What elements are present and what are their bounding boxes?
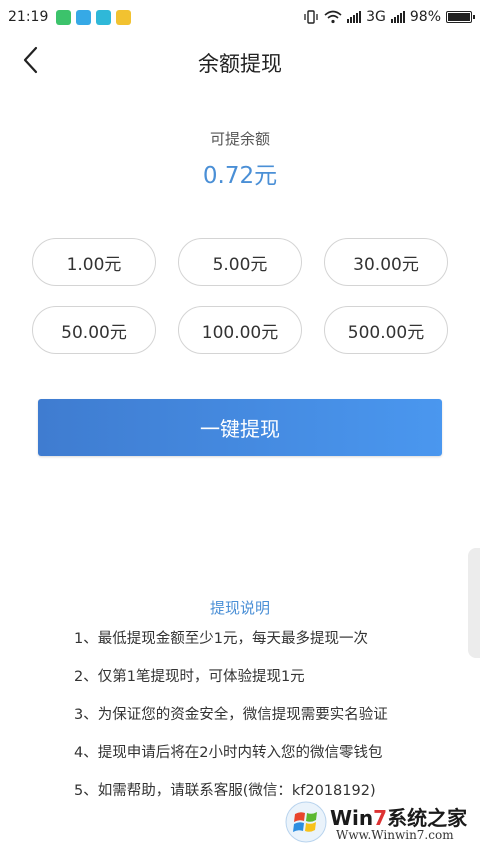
watermark: Win7系统之家 Www.Winwin7.com xyxy=(280,796,476,850)
network-type: 3G xyxy=(366,9,386,25)
status-bar-left: 21:19 xyxy=(8,9,132,25)
watermark-brand-prefix: Win xyxy=(330,806,374,830)
status-bar-right: 3G 98% xyxy=(303,9,475,25)
withdraw-button[interactable]: 一键提现 xyxy=(38,399,442,456)
vibrate-icon xyxy=(304,10,318,24)
app-notification-icon xyxy=(56,9,72,25)
withdraw-page: 21:19 3G 98% 余额提现 可提余额 0.72元 1.00元 5.00元… xyxy=(0,0,480,853)
header: 余额提现 xyxy=(0,36,480,86)
amount-option-50[interactable]: 50.00元 xyxy=(32,306,156,354)
watermark-brand-suffix: 系统之家 xyxy=(387,806,468,830)
windows-logo-icon xyxy=(285,801,327,843)
message-notification-icon xyxy=(76,9,92,25)
note-item: 1、最低提现金额至少1元，每天最多提现一次 xyxy=(74,631,368,647)
notes-list: 1、最低提现金额至少1元，每天最多提现一次 2、仅第1笔提现时，可体验提现1元 … xyxy=(74,628,474,818)
status-bar: 21:19 3G 98% xyxy=(0,0,480,34)
signal-2-icon xyxy=(390,11,405,23)
amount-option-100[interactable]: 100.00元 xyxy=(178,306,302,354)
notes-title: 提现说明 xyxy=(209,599,270,617)
watermark-brand: Win7系统之家 xyxy=(330,802,467,831)
signal-icon xyxy=(347,11,362,23)
wifi-icon xyxy=(324,10,342,24)
amount-option-1[interactable]: 1.00元 xyxy=(32,238,156,286)
battery-icon xyxy=(446,11,475,23)
note-item: 4、提现申请后将在2小时内转入您的微信零钱包 xyxy=(74,745,383,761)
scan-notification-icon xyxy=(96,9,112,25)
status-time: 21:19 xyxy=(8,9,49,25)
battery-percent: 98% xyxy=(409,9,441,25)
note-item: 3、为保证您的资金安全，微信提现需要实名验证 xyxy=(74,707,388,723)
note-item: 2、仅第1笔提现时，可体验提现1元 xyxy=(74,669,305,685)
battery-fill xyxy=(448,13,470,21)
balance-label: 可提余额 xyxy=(209,130,270,148)
page-title: 余额提现 xyxy=(198,52,282,76)
amount-option-30[interactable]: 30.00元 xyxy=(324,238,448,286)
amount-option-5[interactable]: 5.00元 xyxy=(178,238,302,286)
app2-notification-icon xyxy=(116,9,132,25)
watermark-url: Www.Winwin7.com xyxy=(336,828,454,842)
watermark-brand-seven: 7 xyxy=(373,806,388,830)
amount-option-500[interactable]: 500.00元 xyxy=(324,306,448,354)
balance-value: 0.72元 xyxy=(202,163,278,189)
amount-grid: 1.00元 5.00元 30.00元 50.00元 100.00元 500.00… xyxy=(32,238,448,354)
